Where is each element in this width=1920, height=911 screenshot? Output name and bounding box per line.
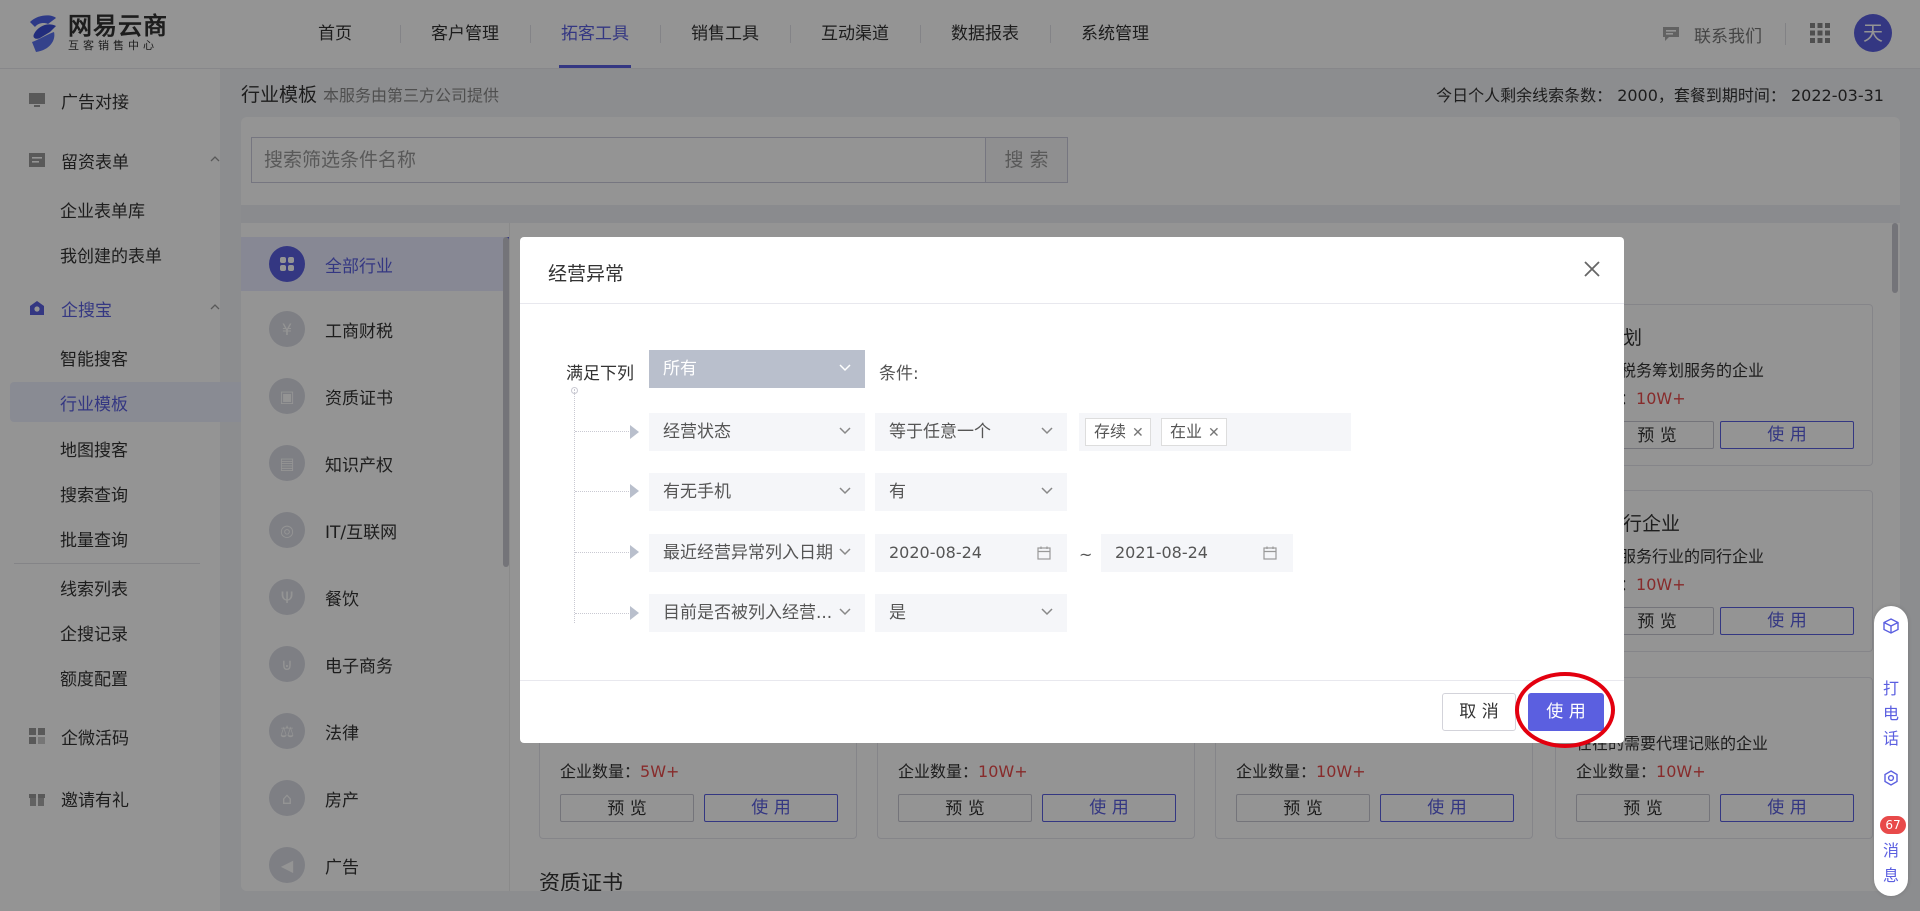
apply-button[interactable]: 使 用 [1528, 693, 1604, 731]
field-value: 目前是否被列入经营... [663, 603, 833, 623]
tree-line [575, 431, 633, 433]
message-badge: 67 [1880, 816, 1906, 834]
tag-label: 存续 [1094, 422, 1127, 441]
caret-right-icon[interactable] [630, 606, 639, 620]
cube-icon[interactable] [1883, 618, 1899, 634]
field-select[interactable]: 最近经营异常列入日期 [649, 534, 865, 572]
calendar-icon [1263, 546, 1277, 560]
operator-select[interactable]: 等于任意一个 [875, 413, 1067, 451]
filter-dialog: 经营异常 满足下列 所有 条件: 经营状态 等于任意一个 存续 ✕ 在业 ✕ 有无手… [520, 237, 1624, 743]
field-select[interactable]: 有无手机 [649, 473, 865, 511]
field-value: 经营状态 [663, 422, 731, 442]
field-value: 最近经营异常列入日期 [663, 543, 833, 563]
close-icon[interactable]: ✕ [1208, 425, 1220, 441]
floating-toolbar: 打 电 话 67 消 息 [1874, 606, 1908, 896]
value-select[interactable]: 是 [875, 594, 1067, 632]
tree-line [575, 552, 633, 554]
start-date-value: 2020-08-24 [889, 543, 982, 562]
range-separator: ~ [1079, 545, 1093, 564]
chevron-down-icon [839, 364, 851, 372]
end-date-value: 2021-08-24 [1115, 543, 1208, 562]
condition-label: 条件: [879, 364, 919, 384]
operator-value: 等于任意一个 [889, 422, 991, 442]
settings-icon[interactable] [1883, 770, 1899, 786]
chevron-down-icon [839, 427, 851, 435]
close-icon[interactable]: ✕ [1132, 425, 1144, 441]
value-text: 有 [889, 482, 906, 502]
tree-line [575, 491, 633, 493]
chevron-down-icon [839, 548, 851, 556]
field-select[interactable]: 目前是否被列入经营... [649, 594, 865, 632]
field-value: 有无手机 [663, 482, 731, 502]
chevron-down-icon [1041, 608, 1053, 616]
match-mode-value: 所有 [663, 359, 697, 379]
cancel-button[interactable]: 取 消 [1442, 693, 1516, 731]
dialog-header: 经营异常 [520, 237, 1624, 304]
tag-input[interactable]: 存续 ✕ 在业 ✕ [1079, 413, 1351, 451]
start-date-picker[interactable]: 2020-08-24 [875, 534, 1067, 572]
tag-label: 在业 [1170, 422, 1203, 441]
value-text: 是 [889, 603, 906, 623]
match-mode-select[interactable]: 所有 [649, 350, 865, 388]
call-button[interactable]: 打 电 话 [1874, 676, 1908, 751]
caret-right-icon[interactable] [630, 425, 639, 439]
messages-button[interactable]: 消 息 [1874, 838, 1908, 888]
chevron-down-icon [839, 487, 851, 495]
caret-right-icon[interactable] [630, 484, 639, 498]
chevron-down-icon [1041, 427, 1053, 435]
field-select[interactable]: 经营状态 [649, 413, 865, 451]
dialog-title: 经营异常 [548, 263, 625, 285]
tag: 在业 ✕ [1161, 418, 1227, 446]
chevron-down-icon [1041, 487, 1053, 495]
calendar-icon [1037, 546, 1051, 560]
tree-line [574, 389, 576, 623]
close-icon[interactable] [1582, 259, 1602, 279]
tree-line [575, 613, 633, 615]
end-date-picker[interactable]: 2021-08-24 [1101, 534, 1293, 572]
divider [520, 680, 1624, 681]
tag: 存续 ✕ [1085, 418, 1151, 446]
value-select[interactable]: 有 [875, 473, 1067, 511]
match-label: 满足下列 [566, 364, 634, 384]
caret-right-icon[interactable] [630, 545, 639, 559]
chevron-down-icon [839, 608, 851, 616]
